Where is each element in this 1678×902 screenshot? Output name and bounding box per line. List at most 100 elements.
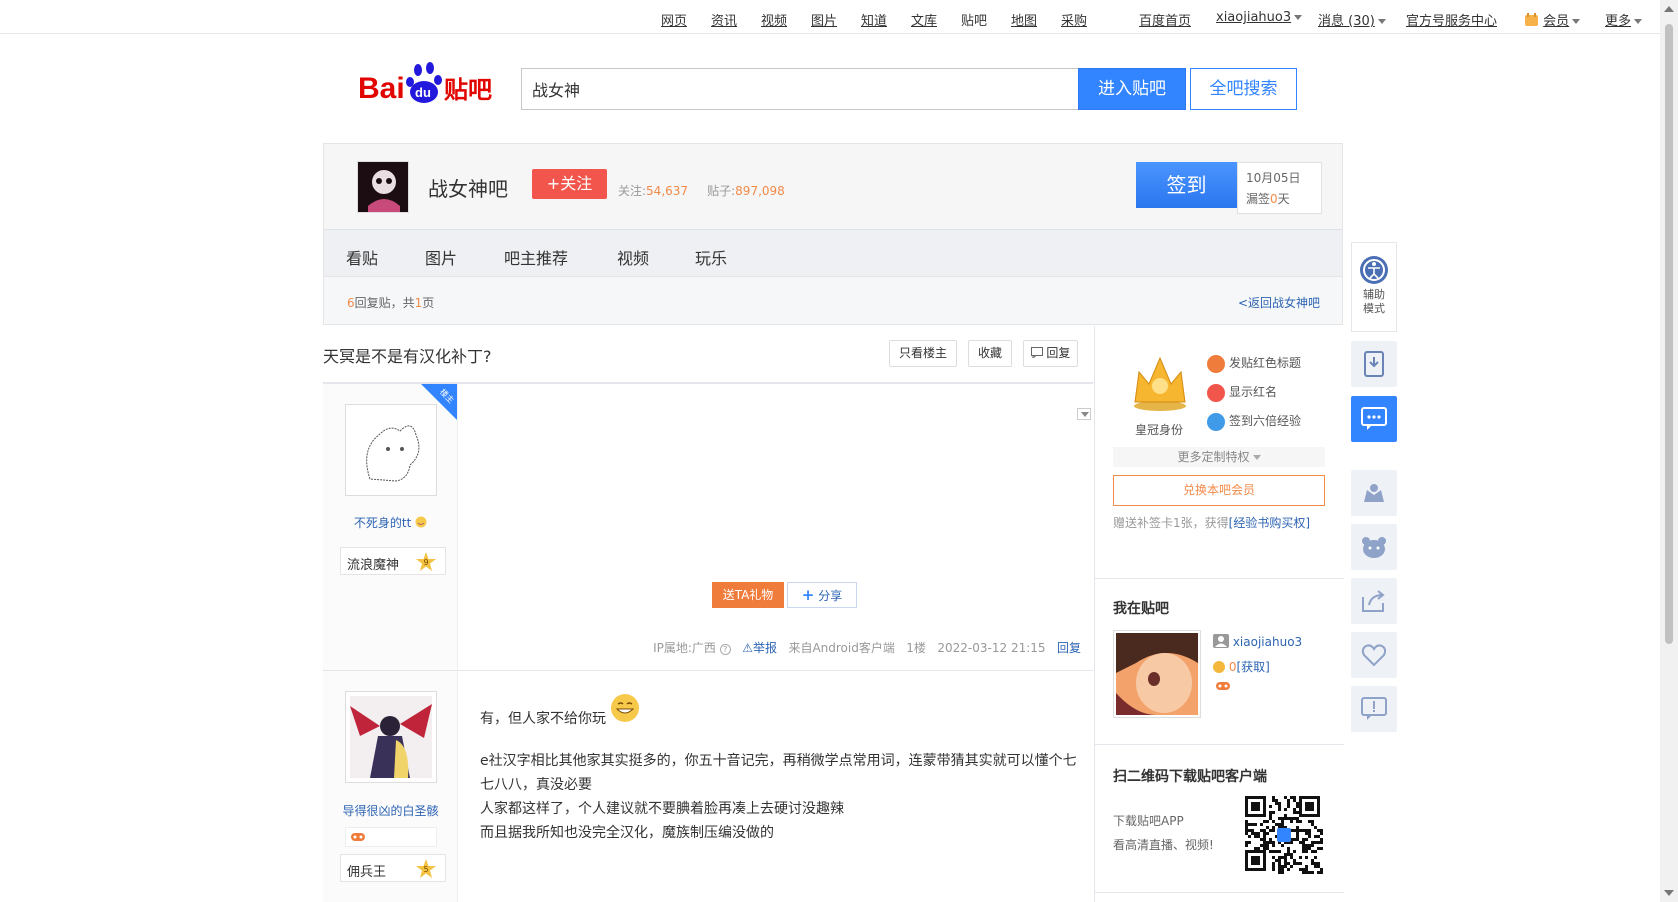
nav-web[interactable]: 网页 bbox=[661, 10, 687, 29]
report-tool-button[interactable] bbox=[1351, 686, 1397, 732]
get-points-link[interactable]: [获取] bbox=[1236, 660, 1269, 674]
assist-mode-button[interactable]: 辅助模式 bbox=[1351, 242, 1397, 332]
game-controller-icon bbox=[1215, 680, 1231, 695]
post-username[interactable]: 导得很凶的白圣骸 bbox=[323, 802, 458, 819]
messages-menu[interactable]: 消息 (30) bbox=[1318, 10, 1386, 29]
more-menu[interactable]: 更多 bbox=[1605, 10, 1643, 29]
my-username-row[interactable]: xiaojiahuo3 bbox=[1213, 634, 1302, 649]
post-time: 2022-03-12 21:15 bbox=[937, 641, 1046, 655]
member-menu[interactable]: 会员 bbox=[1524, 10, 1581, 29]
forum-level-badge[interactable]: 佣兵王 5 bbox=[340, 854, 446, 882]
forum-level-badge[interactable]: 流浪魔神 9 bbox=[340, 547, 446, 575]
my-avatar[interactable] bbox=[1113, 630, 1201, 718]
post-reply-link[interactable]: 回复 bbox=[1057, 641, 1081, 655]
nav-video[interactable]: 视频 bbox=[761, 10, 787, 29]
privilege-six-exp[interactable]: 签到六倍经验 bbox=[1207, 412, 1301, 431]
tab-images[interactable]: 图片 bbox=[425, 245, 457, 269]
sign-in-button[interactable]: 签到 bbox=[1136, 162, 1237, 208]
scrollbar-thumb[interactable] bbox=[1665, 24, 1673, 644]
nav-tieba[interactable]: 贴吧 bbox=[961, 10, 987, 29]
crown-icon[interactable] bbox=[1127, 350, 1193, 414]
avatar[interactable] bbox=[345, 691, 437, 783]
bear-mascot-button[interactable] bbox=[1351, 524, 1397, 570]
nav-purchase[interactable]: 采购 bbox=[1061, 10, 1087, 29]
post-options-toggle[interactable] bbox=[1077, 408, 1091, 420]
favorite-tool-button[interactable] bbox=[1351, 632, 1397, 678]
chat-button[interactable] bbox=[1351, 396, 1397, 442]
post-username[interactable]: 不死身的tt bbox=[323, 514, 458, 531]
my-points-row: 0[获取] bbox=[1213, 658, 1270, 675]
qr-title: 扫二维码下载贴吧客户端 bbox=[1113, 769, 1267, 785]
level-star-icon: 9 bbox=[415, 551, 437, 573]
service-center-link[interactable]: 官方号服务中心 bbox=[1406, 10, 1497, 29]
forum-name[interactable]: 战女神吧 bbox=[428, 173, 508, 202]
exp-book-link[interactable]: [经验书购买权] bbox=[1229, 516, 1310, 530]
qr-code[interactable] bbox=[1245, 796, 1323, 874]
missed-days: 漏签0天 bbox=[1246, 189, 1321, 210]
tab-fun[interactable]: 玩乐 bbox=[695, 245, 727, 269]
chevron-down-icon bbox=[1572, 19, 1581, 24]
op-badge: 楼主 bbox=[421, 384, 457, 420]
report-label: 举报 bbox=[752, 641, 777, 655]
reply-button[interactable]: 回复 bbox=[1023, 340, 1078, 367]
divider bbox=[1095, 744, 1344, 745]
member-icon bbox=[1525, 13, 1538, 26]
right-sidebar: 皇冠身份 发贴红色标题 显示红名 签到六倍经验 更多定制特权 兑换本吧会员 赠送… bbox=[1094, 326, 1344, 902]
privilege-red-name[interactable]: 显示红名 bbox=[1207, 383, 1277, 402]
coin-icon bbox=[1213, 661, 1225, 673]
post-author-panel: 导得很凶的白圣骸 佣兵王 5 bbox=[323, 671, 458, 902]
chevron-down-icon bbox=[1294, 15, 1303, 20]
tab-recommended[interactable]: 吧主推荐 bbox=[504, 245, 568, 269]
sign-date-box: 10月05日 漏签0天 bbox=[1237, 162, 1322, 214]
enter-forum-button[interactable]: 进入贴吧 bbox=[1078, 68, 1186, 110]
search-all-forums-button[interactable]: 全吧搜索 bbox=[1190, 68, 1297, 110]
help-icon[interactable]: ? bbox=[719, 644, 731, 655]
grin-emoji-icon bbox=[611, 694, 640, 722]
user-menu[interactable]: xiaojiahuo3 bbox=[1216, 10, 1303, 25]
share-tool-button[interactable] bbox=[1351, 578, 1397, 624]
smile-emoji-icon bbox=[415, 516, 427, 528]
tab-posts[interactable]: 看贴 bbox=[346, 245, 378, 269]
exchange-member-button[interactable]: 兑换本吧会员 bbox=[1113, 475, 1325, 506]
baidu-home-link[interactable]: 百度首页 bbox=[1139, 10, 1191, 29]
post-content: 有，但人家不给你玩 e社汉字相比其他家其实挺多的，你五十音记完，再稍微学点常用词… bbox=[480, 693, 1080, 845]
back-to-forum-link[interactable]: <返回战女神吧 bbox=[1238, 294, 1320, 311]
chevron-down-icon bbox=[1081, 412, 1089, 417]
messages-label: 消息 (30) bbox=[1318, 14, 1375, 29]
only-op-button[interactable]: 只看楼主 bbox=[889, 340, 957, 367]
tab-video[interactable]: 视频 bbox=[617, 245, 649, 269]
svg-text:贴吧: 贴吧 bbox=[444, 76, 492, 104]
nav-images[interactable]: 图片 bbox=[811, 10, 837, 29]
mobile-download-button[interactable] bbox=[1351, 341, 1397, 387]
nav-wenku[interactable]: 文库 bbox=[911, 10, 937, 29]
post-paragraph: 而且据我所知也没完全汉化，魔族制压编没做的 bbox=[480, 825, 774, 841]
client-source[interactable]: 来自Android客户端 bbox=[788, 641, 894, 655]
gift-text: 赠送补签卡1张，获得[经验书购买权] bbox=[1113, 514, 1310, 531]
forum-avatar[interactable] bbox=[357, 161, 409, 213]
post-paragraph: 人家都这样了，个人建议就不要腆着脸再凑上去硬讨没趣辣 bbox=[480, 801, 844, 817]
follow-count-label: 关注: bbox=[618, 184, 647, 198]
sign-date: 10月05日 bbox=[1246, 171, 1301, 185]
search-input[interactable] bbox=[521, 68, 1079, 110]
follow-button[interactable]: +关注 bbox=[532, 169, 607, 199]
more-privileges-toggle[interactable]: 更多定制特权 bbox=[1113, 447, 1325, 467]
scroll-down-arrow-icon[interactable] bbox=[1664, 890, 1674, 896]
scroll-up-arrow-icon[interactable] bbox=[1664, 6, 1674, 12]
share-button[interactable]: + 分享 bbox=[787, 582, 857, 608]
qr-line-1: 下载贴吧APP bbox=[1113, 814, 1184, 828]
share-icon bbox=[1362, 590, 1385, 612]
privilege-red-title[interactable]: 发贴红色标题 bbox=[1207, 354, 1301, 373]
nav-news[interactable]: 资讯 bbox=[711, 10, 737, 29]
report-link[interactable]: ⚠举报 bbox=[742, 641, 777, 655]
chevron-down-icon bbox=[1634, 19, 1643, 24]
favorite-button[interactable]: 收藏 bbox=[968, 340, 1012, 367]
baidu-tieba-logo[interactable]: Bai du 贴吧 bbox=[358, 60, 503, 112]
floor-number: 1楼 bbox=[906, 641, 926, 655]
nav-map[interactable]: 地图 bbox=[1011, 10, 1037, 29]
chat-icon bbox=[1361, 407, 1387, 430]
member-hat-button[interactable] bbox=[1351, 470, 1397, 516]
post-floor-1: 不死身的tt 流浪魔神 9 楼主 送TA礼物 + 分享 IP属地:广西 ? ⚠举… bbox=[323, 384, 1093, 671]
nav-zhidao[interactable]: 知道 bbox=[861, 10, 887, 29]
send-gift-button[interactable]: 送TA礼物 bbox=[712, 582, 784, 608]
page-scrollbar[interactable] bbox=[1660, 0, 1678, 902]
